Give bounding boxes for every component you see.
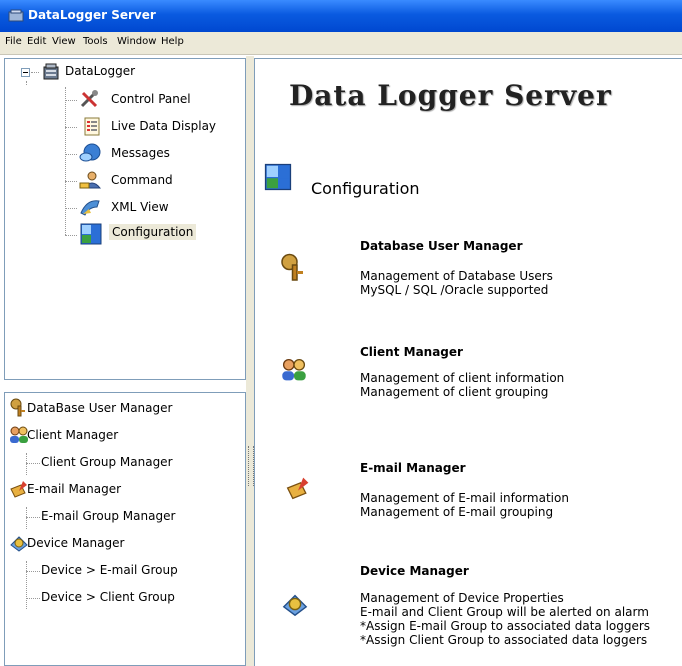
menu-bar: File Edit View Tools Window Help: [0, 32, 682, 55]
list-label: E-mail Manager: [27, 482, 122, 496]
list-label: DataBase User Manager: [27, 401, 173, 415]
feature-line: MySQL / SQL /Oracle supported: [360, 283, 549, 297]
email-icon: [10, 481, 27, 498]
tree-connector: [65, 127, 77, 128]
configuration-icon: [80, 223, 102, 245]
key-user-icon[interactable]: [279, 253, 309, 283]
email-icon[interactable]: [285, 475, 311, 501]
page-title: Data Logger Server: [289, 79, 612, 112]
document-list-icon: [84, 117, 100, 136]
list-item-device-manager[interactable]: Device Manager: [9, 533, 239, 555]
tree-connector: [31, 72, 39, 73]
users-icon[interactable]: [281, 357, 307, 383]
list-label: Device > Client Group: [41, 590, 175, 604]
feature-line: Management of client grouping: [360, 385, 549, 399]
xml-view-icon: [80, 200, 100, 216]
section-title: Configuration: [311, 179, 420, 198]
tree-item-datalogger[interactable]: DataLogger: [41, 61, 191, 83]
window-title: DataLogger Server: [28, 8, 156, 22]
tree-label-selected: Configuration: [109, 224, 197, 240]
tree-connector: [26, 598, 40, 599]
tree-connector: [26, 463, 40, 464]
tree-label: DataLogger: [65, 64, 136, 78]
tree-label: XML View: [111, 200, 169, 214]
collapse-toggle[interactable]: [21, 68, 30, 77]
list-label: E-mail Group Manager: [41, 509, 176, 523]
feature-line: Management of Database Users: [360, 269, 553, 283]
tree-label: Command: [111, 173, 173, 187]
menu-tools[interactable]: Tools: [83, 36, 108, 47]
tree-connector: [65, 87, 66, 235]
feature-title-client-manager[interactable]: Client Manager: [360, 345, 463, 359]
list-label: Device > E-mail Group: [41, 563, 178, 577]
key-user-icon: [10, 398, 25, 417]
tree-item-messages[interactable]: Messages: [79, 143, 239, 165]
tree-label: Control Panel: [111, 92, 191, 106]
configuration-icon: [264, 163, 292, 191]
list-item-email-manager[interactable]: E-mail Manager: [9, 479, 239, 501]
tree-connector: [26, 507, 27, 529]
list-item-client-manager[interactable]: Client Manager: [9, 425, 239, 447]
list-label: Client Group Manager: [41, 455, 173, 469]
feature-line: Management of E-mail grouping: [360, 505, 554, 519]
list-label: Client Manager: [27, 428, 119, 442]
tree-connector: [26, 561, 27, 609]
tree-connector: [26, 517, 40, 518]
list-item-email-group-manager[interactable]: E-mail Group Manager: [41, 506, 241, 528]
device-gear-icon[interactable]: [281, 590, 309, 618]
feature-title-device-manager[interactable]: Device Manager: [360, 564, 469, 578]
configuration-list: DataBase User Manager Client Manager Cli…: [4, 392, 246, 666]
command-user-icon: [79, 171, 101, 189]
list-item-device-client-group[interactable]: Device > Client Group: [41, 587, 241, 609]
tree-label: Live Data Display: [111, 119, 217, 133]
navigation-tree: DataLogger Control Panel Live Data Displ…: [4, 58, 246, 380]
menu-view[interactable]: View: [52, 36, 76, 47]
tree-label: Messages: [111, 146, 170, 160]
tree-item-control-panel[interactable]: Control Panel: [79, 89, 239, 111]
tree-connector: [65, 181, 77, 182]
users-icon: [10, 426, 28, 443]
tree-item-live-data-display[interactable]: Live Data Display: [79, 116, 239, 138]
server-icon: [43, 63, 59, 80]
feature-line: Management of E-mail information: [360, 491, 569, 505]
pane-splitter[interactable]: [246, 56, 254, 666]
tree-item-xml-view[interactable]: XML View: [79, 197, 239, 219]
device-gear-icon: [10, 536, 28, 552]
feature-line: E-mail and Client Group will be alerted …: [360, 605, 649, 619]
feature-line: Management of Device Properties: [360, 591, 564, 605]
list-item-database-user-manager[interactable]: DataBase User Manager: [9, 398, 239, 420]
app-icon: [8, 9, 24, 22]
tree-connector: [65, 235, 77, 236]
feature-title-database-user-manager[interactable]: Database User Manager: [360, 239, 523, 253]
content-pane: Data Logger Server Configuration Databas…: [254, 58, 682, 666]
tree-item-command[interactable]: Command: [79, 170, 239, 192]
menu-edit[interactable]: Edit: [27, 36, 46, 47]
tree-connector: [26, 571, 40, 572]
tree-connector: [65, 208, 77, 209]
tree-connector: [65, 100, 77, 101]
feature-line: *Assign Client Group to associated data …: [360, 633, 648, 647]
title-bar: DataLogger Server: [0, 0, 682, 32]
feature-line: *Assign E-mail Group to associated data …: [360, 619, 651, 633]
list-item-client-group-manager[interactable]: Client Group Manager: [41, 452, 241, 474]
globe-messages-icon: [79, 143, 101, 162]
tools-icon: [80, 90, 98, 108]
list-item-device-email-group[interactable]: Device > E-mail Group: [41, 560, 241, 582]
menu-help[interactable]: Help: [161, 36, 184, 47]
feature-line: Management of client information: [360, 371, 565, 385]
feature-title-email-manager[interactable]: E-mail Manager: [360, 461, 466, 475]
menu-file[interactable]: File: [5, 36, 22, 47]
menu-window[interactable]: Window: [117, 36, 156, 47]
tree-connector: [26, 453, 27, 475]
list-label: Device Manager: [27, 536, 125, 550]
tree-item-configuration[interactable]: Configuration: [79, 222, 239, 245]
tree-connector: [65, 154, 77, 155]
tree-connector: [26, 81, 27, 85]
